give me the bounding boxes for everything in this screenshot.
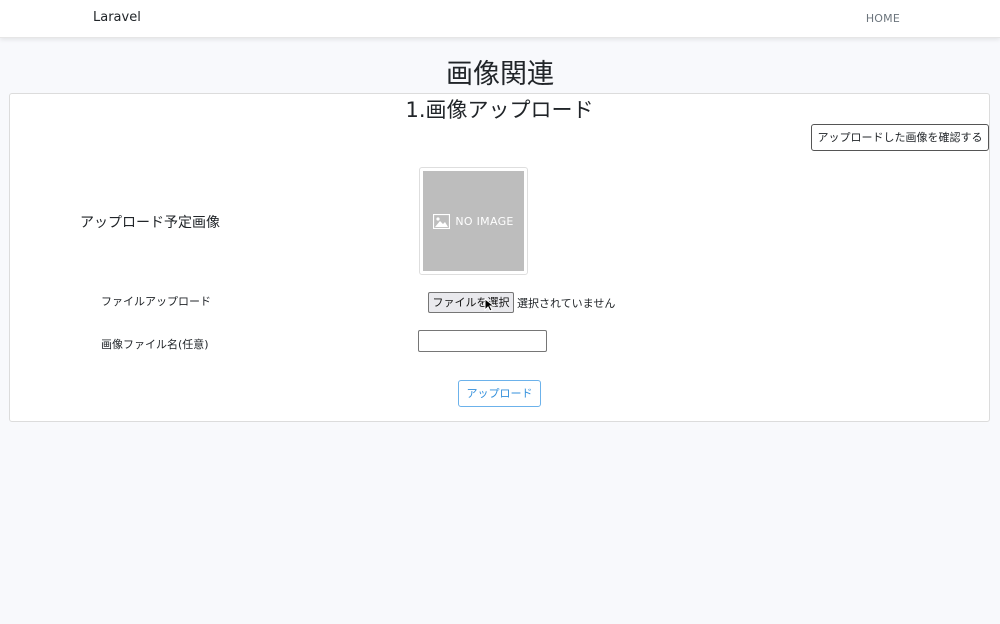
file-status-text: 選択されていません	[517, 297, 616, 310]
no-image-placeholder: NO IMAGE	[423, 171, 524, 271]
navbar: Laravel HOME	[0, 0, 1000, 38]
home-link[interactable]: HOME	[866, 12, 900, 25]
choose-file-button[interactable]: ファイルを選択	[428, 292, 514, 313]
preview-label: アップロード予定画像	[80, 215, 220, 231]
page-title: 画像関連	[446, 59, 554, 90]
file-name-input[interactable]	[418, 330, 547, 352]
mouse-cursor-icon	[484, 298, 495, 312]
navbar-brand[interactable]: Laravel	[93, 10, 141, 25]
image-icon	[433, 213, 451, 229]
file-upload-label: ファイルアップロード	[101, 295, 211, 308]
file-name-label: 画像ファイル名(任意)	[101, 338, 209, 351]
no-image-text: NO IMAGE	[455, 214, 514, 228]
upload-card: 1.画像アップロード アップロードした画像を確認する アップロード予定画像 NO…	[9, 93, 990, 422]
confirm-uploaded-images-button[interactable]: アップロードした画像を確認する	[811, 124, 989, 151]
image-preview: NO IMAGE	[419, 167, 528, 275]
card-title: 1.画像アップロード	[405, 98, 594, 122]
upload-button[interactable]: アップロード	[458, 380, 541, 407]
